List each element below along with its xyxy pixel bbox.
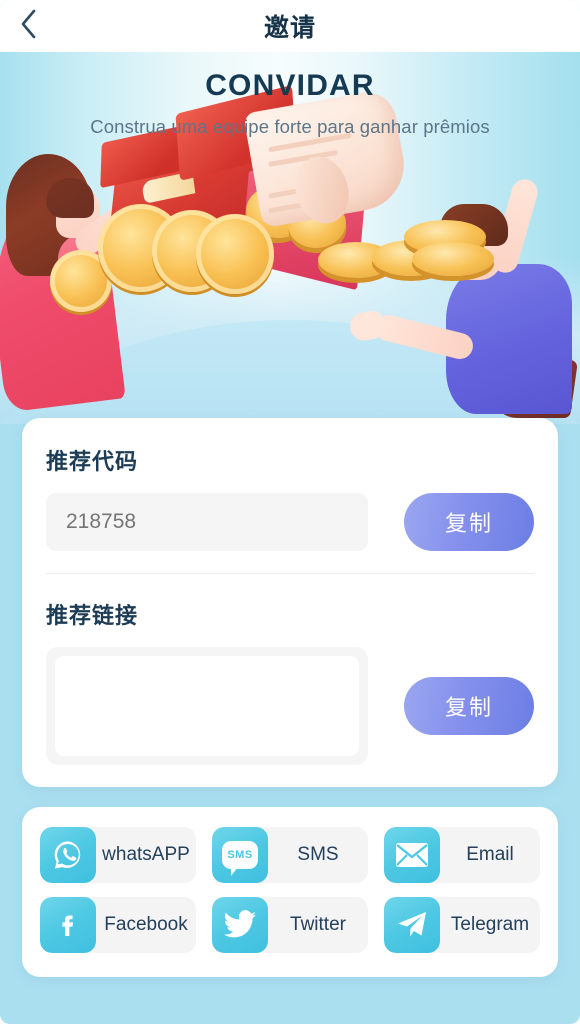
copy-code-button[interactable]: 复制 [404,493,534,551]
share-button-telegram[interactable]: Telegram [384,897,540,953]
share-button-facebook[interactable]: Facebook [40,897,196,953]
share-label-facebook: Facebook [104,914,188,935]
card-divider [46,573,534,574]
share-label-twitter: Twitter [290,914,346,935]
share-button-twitter[interactable]: Twitter [212,897,368,953]
share-button-email[interactable]: Email [384,827,540,883]
facebook-icon [40,897,96,953]
referral-code-input[interactable] [46,493,368,551]
whatsapp-icon [40,827,96,883]
share-label-sms: SMS [297,844,339,865]
referral-link-wrapper [46,647,368,765]
navbar: 邀请 [0,0,580,52]
telegram-icon [384,897,440,953]
coin-foreground-4 [196,214,274,294]
copy-link-button[interactable]: 复制 [404,677,534,735]
share-grid: whatsAPP SMS SMS Email Facebook Twitter … [40,827,540,953]
share-label-telegram: Telegram [450,914,530,935]
hero-subtitle: Construa uma equipe forte para ganhar pr… [90,116,490,137]
share-button-whatsapp[interactable]: whatsAPP [40,827,196,883]
referral-link-label: 推荐链接 [46,603,139,628]
referral-code-row: 复制 [46,493,534,551]
referral-link-row: 复制 [46,647,534,765]
sms-bubble-shape: SMS [222,841,258,876]
referral-code-label: 推荐代码 [46,449,139,474]
share-button-sms[interactable]: SMS SMS [212,827,368,883]
chevron-left-icon [18,8,38,45]
share-label-whatsapp: whatsAPP [102,844,190,865]
share-label-email: Email [466,844,514,865]
sms-glyph-text: SMS [227,849,253,861]
invite-page: 邀请 CONVIDAR Construa uma equipe forte pa… [0,0,580,1024]
hero-banner: CONVIDAR Construa uma equipe forte para … [0,52,580,424]
twitter-icon [212,897,268,953]
share-card: whatsAPP SMS SMS Email Facebook Twitter … [22,807,558,977]
referral-card: 推荐代码 复制 推荐链接 复制 [22,418,558,787]
page-title: 邀请 [263,14,316,42]
back-button[interactable] [18,0,66,52]
hero-title: CONVIDAR [205,69,375,102]
sms-icon: SMS [212,827,268,883]
email-icon [384,827,440,883]
referral-link-input[interactable] [55,656,359,756]
coin-stack-flat-4 [412,242,494,276]
woman-hair-front-shape [46,178,94,218]
